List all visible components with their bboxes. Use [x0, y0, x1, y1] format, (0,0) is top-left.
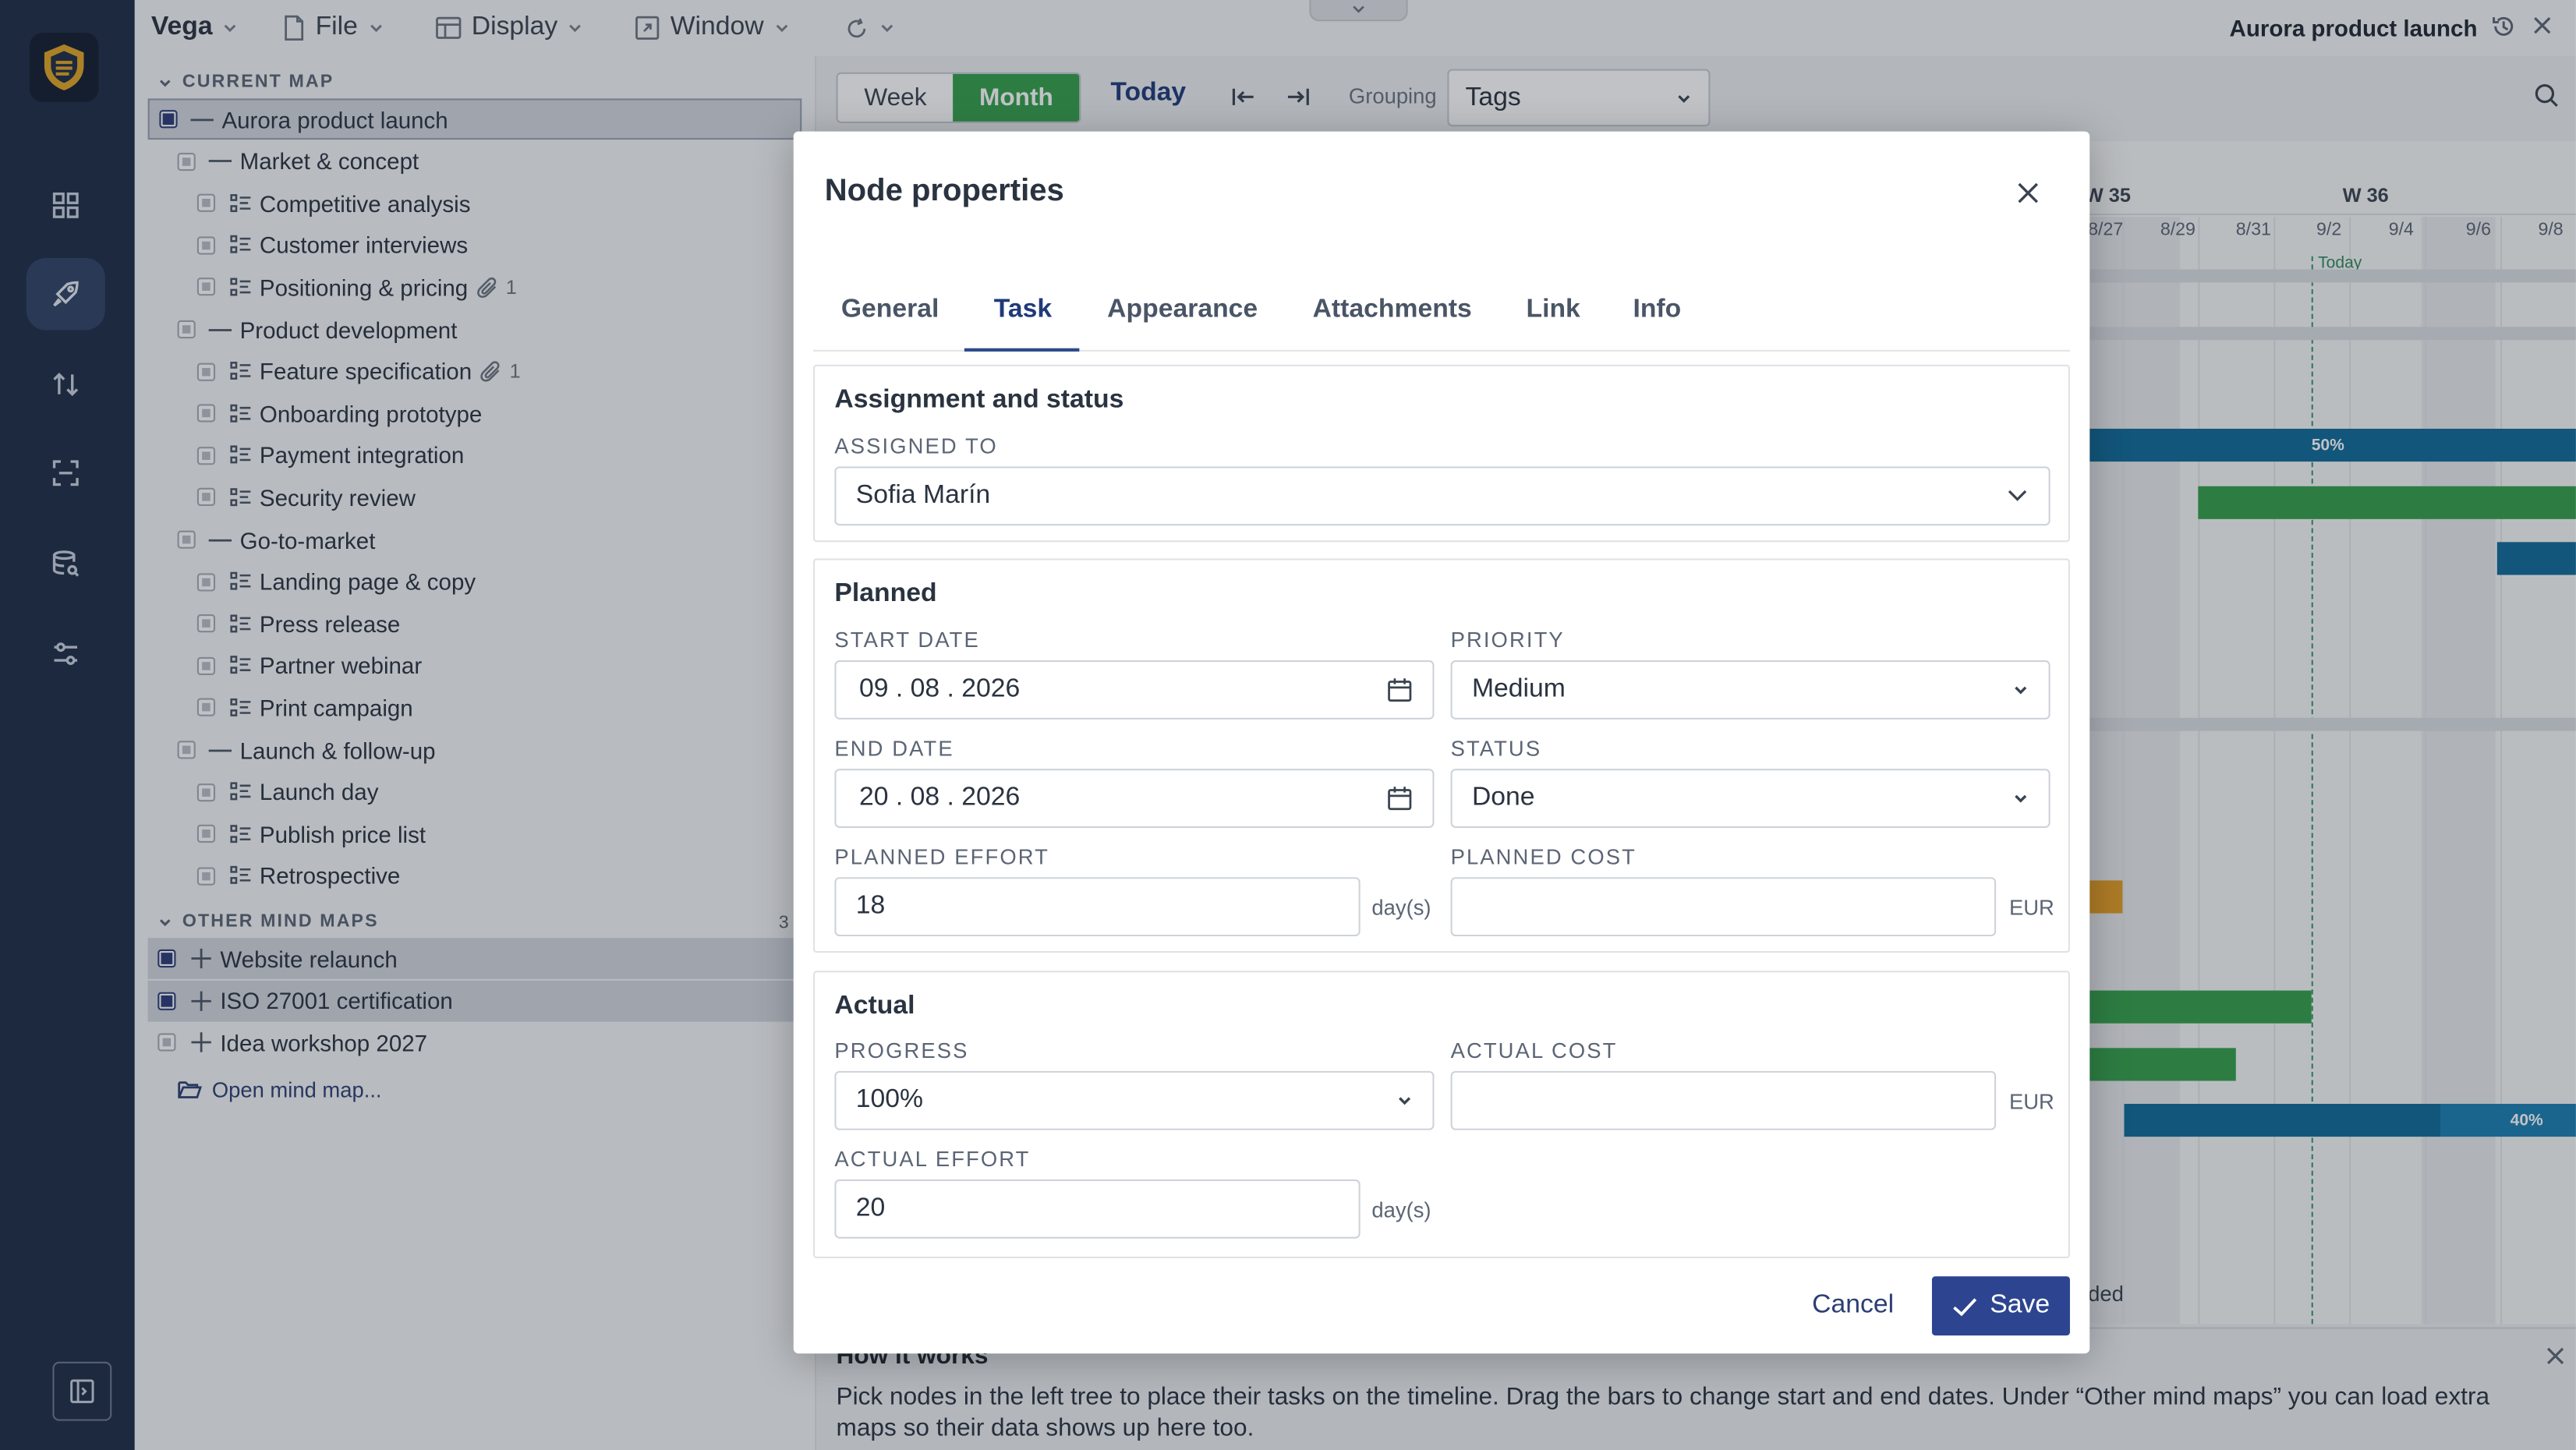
status-select[interactable]: Done	[1450, 769, 2051, 828]
start-date-value: 09 . 08 . 2026	[859, 675, 1021, 703]
check-icon	[1953, 1297, 1977, 1316]
dialog-title: Node properties	[824, 174, 1064, 209]
save-button-label: Save	[1990, 1291, 2051, 1320]
planned-cost-label: PLANNED COST	[1450, 844, 1637, 869]
assigned-to-value: Sofia Marín	[855, 481, 991, 510]
assignment-title: Assignment and status	[834, 386, 1124, 414]
status-value: Done	[1471, 783, 1535, 812]
cancel-button[interactable]: Cancel	[1812, 1291, 1894, 1321]
chevron-down-icon	[2015, 794, 2027, 803]
save-button[interactable]: Save	[1931, 1276, 2070, 1336]
end-date-label: END DATE	[834, 735, 954, 761]
end-date-input[interactable]: 20 . 08 . 2026	[834, 769, 1435, 828]
priority-value: Medium	[1471, 675, 1566, 703]
actual-cost-input[interactable]	[1450, 1070, 1997, 1130]
actual-cost-label: ACTUAL COST	[1450, 1038, 1618, 1063]
tab-task[interactable]: Task	[994, 295, 1052, 325]
tab-link[interactable]: Link	[1526, 295, 1580, 325]
actual-effort-input[interactable]: 20	[834, 1179, 1361, 1239]
assigned-to-select[interactable]: Sofia Marín	[834, 466, 2051, 526]
tab-attachments[interactable]: Attachments	[1313, 295, 1472, 325]
calendar-icon	[1388, 787, 1412, 811]
tab-appearance[interactable]: Appearance	[1107, 295, 1258, 325]
planned-effort-label: PLANNED EFFORT	[834, 844, 1049, 869]
tab-info[interactable]: Info	[1633, 295, 1681, 325]
chevron-down-icon	[2008, 490, 2027, 501]
progress-select[interactable]: 100%	[834, 1070, 1435, 1130]
node-properties-dialog: Node properties General Task Appearance …	[793, 131, 2090, 1354]
planned-effort-value: 18	[855, 892, 886, 920]
planned-card: Planned START DATE 09 . 08 . 2026 PRIORI…	[813, 558, 2070, 953]
actual-card: Actual PROGRESS 100% ACTUAL COST EUR ACT…	[813, 971, 2070, 1259]
start-date-label: START DATE	[834, 627, 980, 652]
planned-title: Planned	[834, 579, 937, 608]
planned-effort-unit: day(s)	[1371, 895, 1431, 920]
actual-effort-label: ACTUAL EFFORT	[834, 1146, 1031, 1172]
actual-effort-unit: day(s)	[1371, 1197, 1431, 1222]
close-icon[interactable]	[2015, 181, 2040, 206]
actual-title: Actual	[834, 992, 915, 1020]
active-tab-indicator	[964, 348, 1080, 352]
status-label: STATUS	[1450, 735, 1542, 761]
priority-select[interactable]: Medium	[1450, 660, 2051, 720]
planned-effort-input[interactable]: 18	[834, 877, 1361, 937]
planned-cost-unit: EUR	[2008, 895, 2054, 920]
dialog-tabs: General Task Appearance Attachments Link…	[813, 276, 2070, 352]
start-date-input[interactable]: 09 . 08 . 2026	[834, 660, 1435, 720]
assigned-to-label: ASSIGNED TO	[834, 433, 998, 458]
progress-value: 100%	[855, 1085, 924, 1114]
progress-label: PROGRESS	[834, 1038, 969, 1063]
tab-general[interactable]: General	[841, 295, 939, 325]
priority-label: PRIORITY	[1450, 627, 1565, 652]
chevron-down-icon	[1399, 1097, 1411, 1105]
planned-cost-input[interactable]	[1450, 877, 1997, 937]
calendar-icon	[1388, 678, 1412, 702]
actual-effort-value: 20	[855, 1194, 886, 1222]
end-date-value: 20 . 08 . 2026	[859, 783, 1021, 812]
chevron-down-icon	[2015, 686, 2027, 695]
actual-cost-unit: EUR	[2008, 1089, 2054, 1114]
assignment-card: Assignment and status ASSIGNED TO Sofia …	[813, 364, 2070, 543]
